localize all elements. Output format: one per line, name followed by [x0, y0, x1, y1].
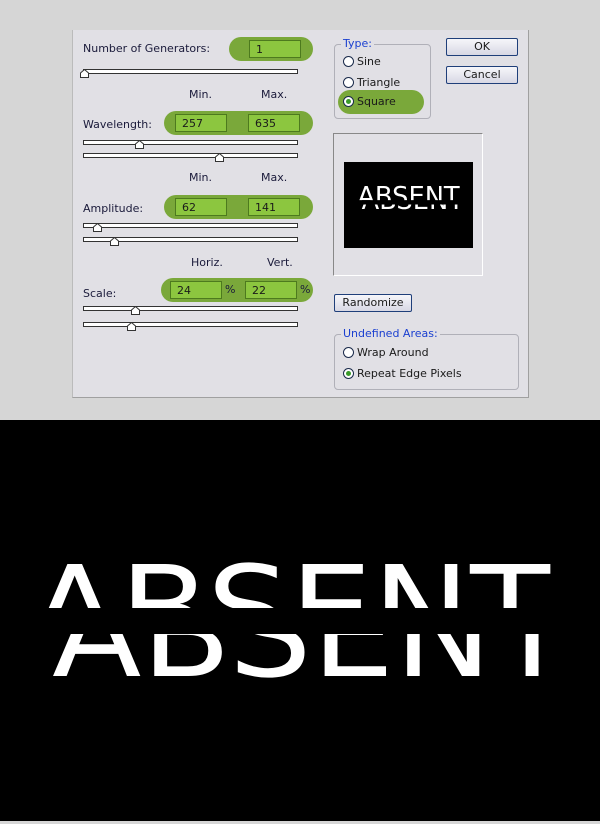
max-label: Max.: [261, 88, 288, 101]
preview-frame: ABSENT ABSENT: [333, 133, 483, 276]
slider-thumb[interactable]: [215, 153, 225, 162]
result-distorted-text: ABSENT ABSENT: [30, 540, 573, 704]
preview-image: ABSENT ABSENT: [344, 162, 473, 248]
radio-square[interactable]: Square: [343, 95, 396, 108]
scale-horiz-slider[interactable]: [83, 306, 298, 315]
radio-label: Sine: [357, 55, 381, 68]
slider-thumb[interactable]: [131, 306, 141, 315]
undefined-areas-group: Undefined Areas:: [334, 327, 519, 390]
radio-circle[interactable]: [343, 347, 354, 358]
min-label: Min.: [189, 88, 213, 101]
cancel-button[interactable]: Cancel: [446, 66, 518, 84]
percent-label: %: [300, 283, 311, 296]
radio-wrap-around[interactable]: Wrap Around: [343, 346, 429, 359]
undefined-areas-title: Undefined Areas:: [341, 327, 440, 340]
radio-dot: [346, 371, 351, 376]
generators-label: Number of Generators:: [83, 42, 211, 55]
wavelength-min-slider[interactable]: [83, 140, 298, 149]
randomize-button[interactable]: Randomize: [334, 294, 412, 312]
min-label: Min.: [189, 171, 213, 184]
scale-vert-slider[interactable]: [83, 322, 298, 331]
radio-circle[interactable]: [343, 96, 354, 107]
radio-triangle[interactable]: Triangle: [343, 76, 400, 89]
percent-label: %: [225, 283, 236, 296]
scale-horiz-input[interactable]: 24: [170, 281, 222, 299]
radio-label: Square: [357, 95, 396, 108]
amplitude-max-input[interactable]: 141: [248, 198, 300, 216]
amplitude-min-input[interactable]: 62: [175, 198, 227, 216]
scale-label: Scale:: [83, 287, 117, 300]
vert-label: Vert.: [267, 256, 293, 269]
slider-thumb[interactable]: [126, 322, 136, 331]
radio-circle[interactable]: [343, 368, 354, 379]
generators-slider[interactable]: [80, 69, 298, 78]
radio-dot: [346, 99, 351, 104]
wave-filter-dialog: Number of Generators: 1 Min. Max. Wavele…: [72, 30, 529, 398]
wavelength-min-input[interactable]: 257: [175, 114, 227, 132]
radio-repeat-edge-pixels[interactable]: Repeat Edge Pixels: [343, 367, 462, 380]
radio-label: Triangle: [357, 76, 401, 89]
horiz-label: Horiz.: [191, 256, 223, 269]
slider-thumb[interactable]: [93, 223, 103, 232]
amplitude-min-slider[interactable]: [83, 223, 298, 232]
slider-thumb[interactable]: [110, 237, 120, 246]
amplitude-max-slider[interactable]: [83, 237, 298, 246]
result-image: ABSENT ABSENT: [0, 420, 600, 821]
radio-circle[interactable]: [343, 77, 354, 88]
radio-label: Repeat Edge Pixels: [357, 367, 462, 380]
radio-sine[interactable]: Sine: [343, 55, 381, 68]
wavelength-max-input[interactable]: 635: [248, 114, 300, 132]
scale-vert-input[interactable]: 22: [245, 281, 297, 299]
wavelength-max-slider[interactable]: [83, 153, 298, 162]
radio-label: Wrap Around: [357, 346, 429, 359]
type-title: Type:: [341, 37, 374, 50]
slider-thumb[interactable]: [80, 69, 89, 78]
wavelength-label: Wavelength:: [83, 118, 152, 131]
radio-circle[interactable]: [343, 56, 354, 67]
preview-distorted-text: ABSENT ABSENT: [357, 182, 464, 216]
generators-input[interactable]: 1: [249, 40, 301, 58]
ok-button[interactable]: OK: [446, 38, 518, 56]
max-label: Max.: [261, 171, 288, 184]
amplitude-label: Amplitude:: [83, 202, 144, 215]
slider-thumb[interactable]: [134, 140, 144, 149]
